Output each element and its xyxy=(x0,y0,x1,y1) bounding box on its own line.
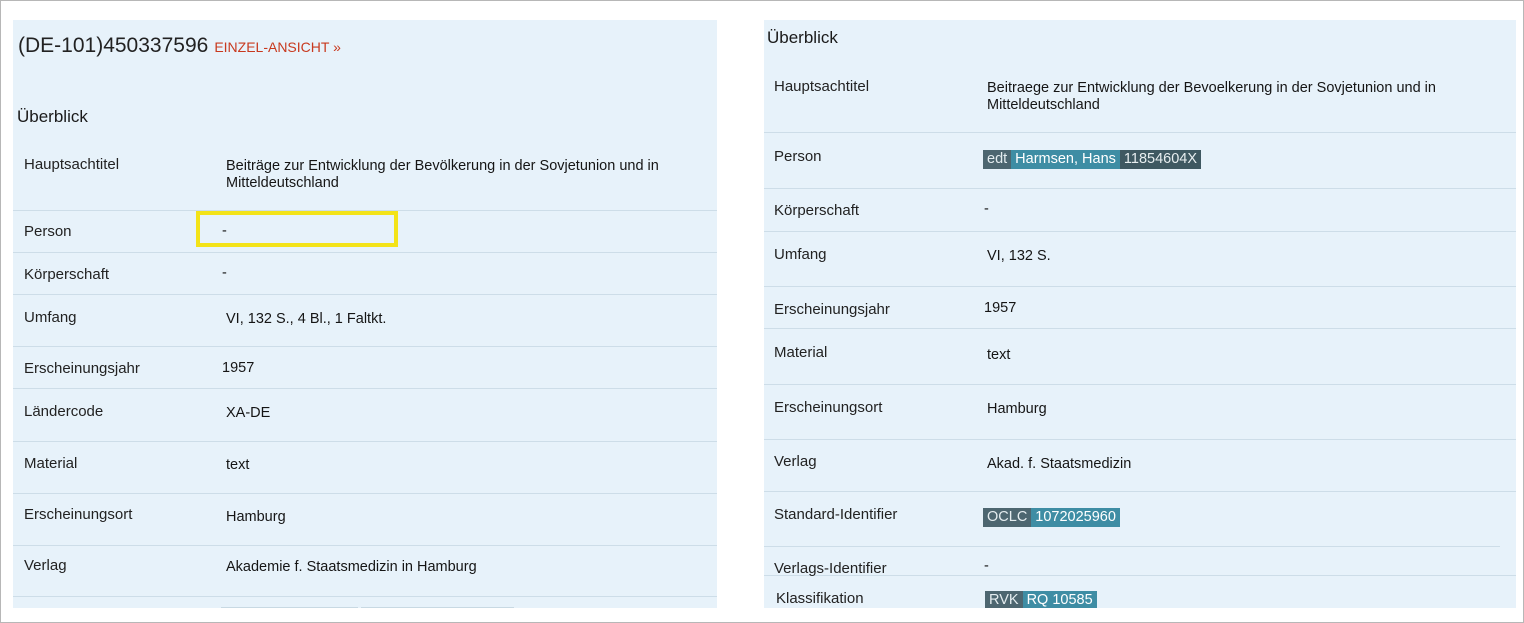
field-row-extent: Umfang VI, 132 S. xyxy=(764,232,1516,287)
standard-id-chip[interactable]: OCLC 1072025960 xyxy=(983,508,1503,527)
class-type-tag: RVK xyxy=(985,591,1023,608)
field-label: Ländercode xyxy=(24,403,104,420)
field-label: Verlags-Identifier xyxy=(774,560,887,577)
right-record-panel: Überblick Hauptsachtitel Beitraege zur E… xyxy=(764,20,1516,608)
role-tag: edt xyxy=(983,150,1012,169)
field-value: VI, 132 S., 4 Bl., 1 Faltkt. xyxy=(226,311,387,327)
field-row-publisher: Verlag Akademie f. Staatsmedizin in Hamb… xyxy=(13,546,717,597)
field-row-place: Erscheinungsort Hamburg xyxy=(13,494,717,546)
field-label: Material xyxy=(24,455,78,472)
field-label: Material xyxy=(774,344,828,361)
field-row-publisher-id: Verlags-Identifier - xyxy=(764,547,1516,577)
field-row-year: Erscheinungsjahr 1957 xyxy=(764,287,1516,329)
field-value: 1957 xyxy=(984,300,1017,316)
field-value: 1957 xyxy=(222,360,255,376)
field-row-title: Hauptsachtitel Beiträge zur Entwicklung … xyxy=(13,142,717,211)
field-label: Hauptsachtitel xyxy=(24,156,120,173)
id-type-tag: OCLC xyxy=(983,508,1032,527)
detail-view-link[interactable]: EINZEL-ANSICHT » xyxy=(214,39,341,55)
field-row-place: Erscheinungsort Hamburg xyxy=(764,385,1516,440)
person-gnd-id[interactable]: 11854604X xyxy=(1119,150,1202,169)
field-row-material: Material text xyxy=(13,442,717,494)
field-label: Umfang xyxy=(24,309,77,326)
field-label: Körperschaft xyxy=(774,202,860,219)
field-value: VI, 132 S. xyxy=(987,248,1051,264)
record-id: (DE-101)450337596 xyxy=(18,34,209,57)
section-title-overview: Überblick xyxy=(17,107,88,126)
field-value: text xyxy=(987,347,1011,363)
oclc-number-link[interactable]: 1072025960 xyxy=(1031,508,1120,527)
field-label: Erscheinungsjahr xyxy=(774,301,890,318)
field-row-person: Person edt Harmsen, Hans 11854604X xyxy=(764,133,1516,189)
rvk-notation-link[interactable]: RQ 10585 xyxy=(1022,591,1097,608)
classification-chip[interactable]: RVK RQ 10585 xyxy=(985,591,1505,608)
field-label: Umfang xyxy=(774,246,827,263)
field-label: Person xyxy=(774,148,822,165)
field-row-title: Hauptsachtitel Beitraege zur Entwicklung… xyxy=(764,64,1516,133)
field-row-standard-id: Standard-Identifier OCLC 1072025960 xyxy=(764,492,1500,547)
field-value: - xyxy=(984,558,989,574)
next-row-edge xyxy=(221,607,358,608)
field-label: Erscheinungsort xyxy=(774,399,883,416)
field-row-publisher: Verlag Akad. f. Staatsmedizin xyxy=(764,440,1516,492)
field-row-classification: Klassifikation RVK RQ 10585 xyxy=(764,576,1516,608)
field-value: Akad. f. Staatsmedizin xyxy=(987,456,1132,472)
record-header: (DE-101)450337596 EINZEL-ANSICHT » xyxy=(18,34,341,58)
section-title-overview: Überblick xyxy=(767,28,838,47)
field-value: XA-DE xyxy=(226,405,271,421)
field-row-material: Material text xyxy=(764,329,1516,385)
field-label: Standard-Identifier xyxy=(774,506,898,523)
person-name-link[interactable]: Harmsen, Hans xyxy=(1011,150,1120,169)
field-row-corporate: Körperschaft - xyxy=(13,253,717,295)
field-row-country: Ländercode XA-DE xyxy=(13,389,717,442)
field-value: Beitraege zur Entwicklung der Bevoelkeru… xyxy=(987,80,1436,113)
field-row-corporate: Körperschaft - xyxy=(764,189,1516,232)
next-row-edge xyxy=(361,607,514,608)
field-label: Hauptsachtitel xyxy=(774,78,870,95)
highlight-box xyxy=(196,211,398,247)
field-label: Erscheinungsjahr xyxy=(24,360,140,377)
field-row-year: Erscheinungsjahr 1957 xyxy=(13,347,717,389)
field-label: Verlag xyxy=(774,453,817,470)
field-value: Hamburg xyxy=(226,509,286,525)
field-value: - xyxy=(984,201,989,217)
field-label: Klassifikation xyxy=(776,590,864,607)
left-record-panel: (DE-101)450337596 EINZEL-ANSICHT » Überbl… xyxy=(13,20,717,608)
field-value: text xyxy=(226,457,250,473)
field-label: Körperschaft xyxy=(24,266,110,283)
field-value: Hamburg xyxy=(987,401,1047,417)
field-label: Erscheinungsort xyxy=(24,506,133,523)
field-value: Akademie f. Staatsmedizin in Hamburg xyxy=(226,559,477,575)
field-label: Verlag xyxy=(24,557,67,574)
field-value: Beiträge zur Entwicklung der Bevölkerung… xyxy=(226,158,659,191)
field-row-extent: Umfang VI, 132 S., 4 Bl., 1 Faltkt. xyxy=(13,295,717,347)
field-label: Person xyxy=(24,223,72,240)
field-value: - xyxy=(222,265,227,281)
person-chip[interactable]: edt Harmsen, Hans 11854604X xyxy=(983,150,1503,169)
